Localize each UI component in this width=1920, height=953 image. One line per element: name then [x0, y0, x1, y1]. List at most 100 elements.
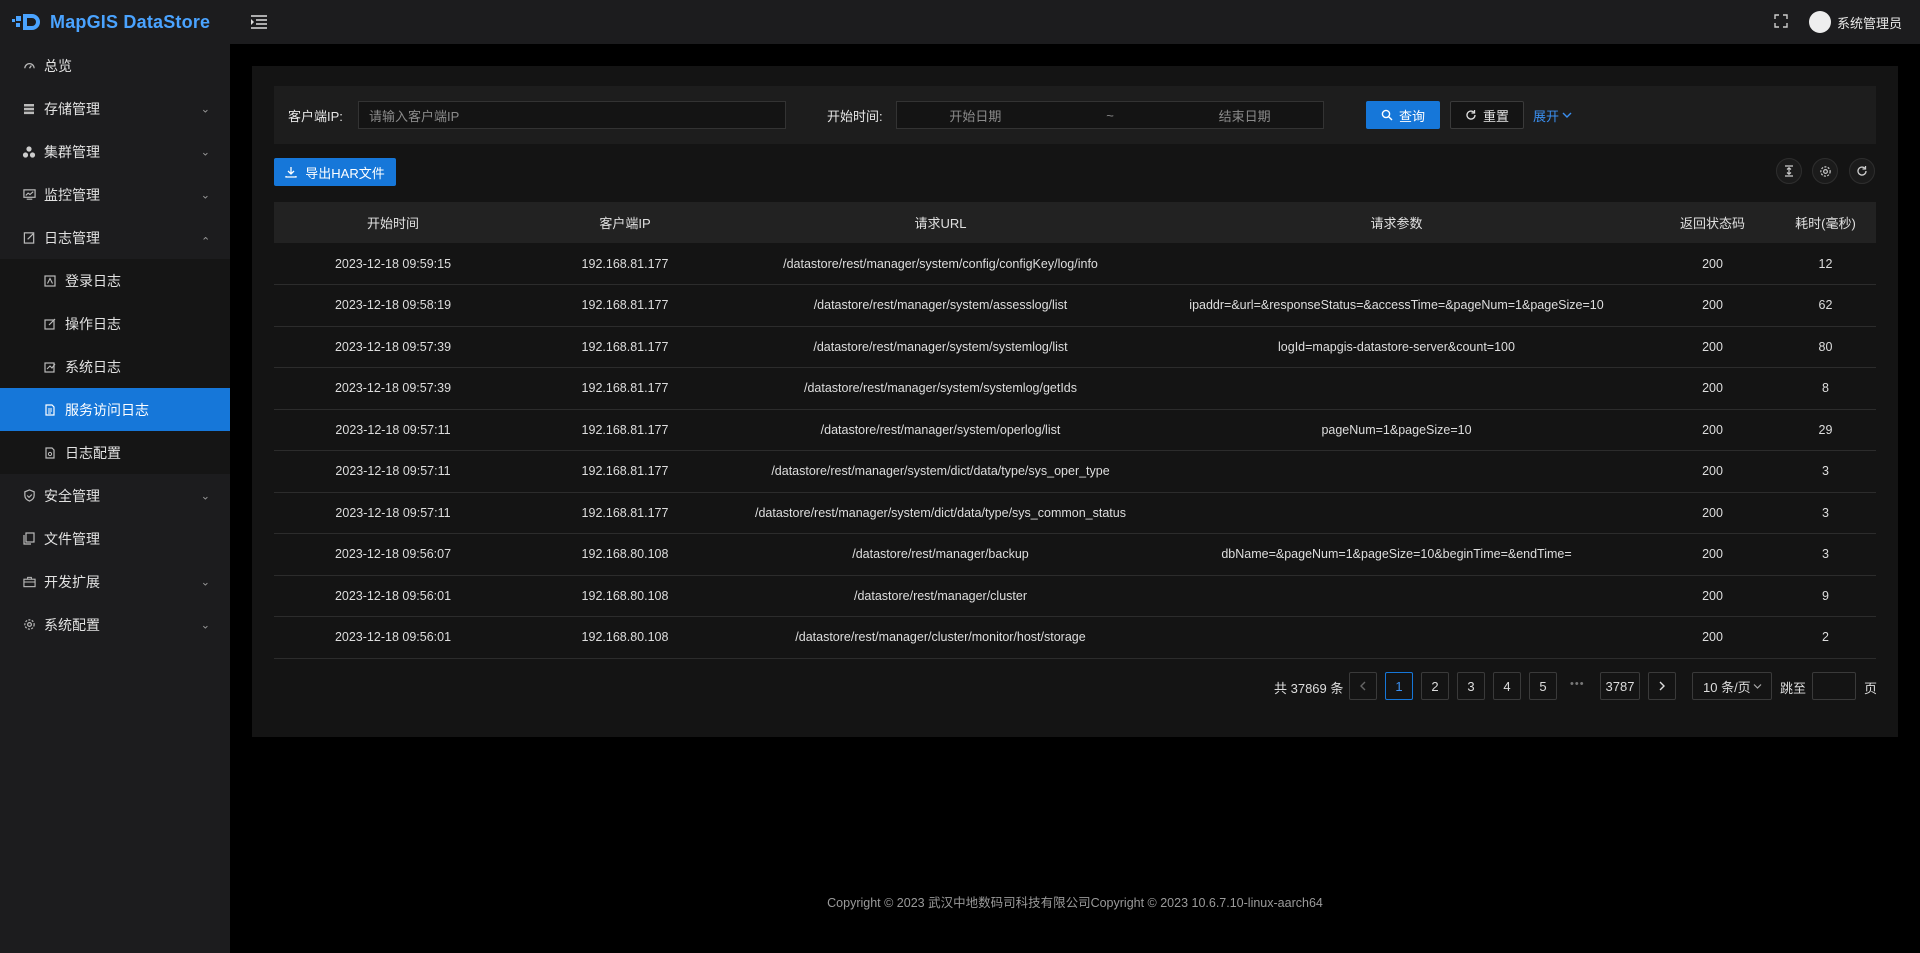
chevron-down-icon — [1753, 683, 1762, 689]
page-button-3[interactable]: 3 — [1457, 672, 1485, 700]
menu-toggle-icon[interactable] — [250, 15, 268, 29]
fullscreen-icon[interactable] — [1774, 14, 1788, 28]
user-name: 系统管理员 — [1836, 15, 1902, 31]
expand-link[interactable]: 展开 — [1533, 106, 1572, 125]
service-log-icon — [43, 403, 57, 417]
table-row[interactable]: 2023-12-18 09:57:11 192.168.81.177/datast… — [274, 409, 1876, 451]
export-har-button[interactable]: 导出HAR文件 — [274, 158, 396, 186]
chevron-left-icon — [1360, 681, 1366, 691]
reset-button[interactable]: 重置 — [1450, 101, 1524, 129]
column-header[interactable]: 客户端IP — [512, 202, 738, 243]
table-cell: ipaddr=&url=&responseStatus=&accessTime=… — [1189, 298, 1604, 313]
app-name: MapGIS DataStore — [50, 11, 211, 32]
page-suffix: 页 — [1864, 681, 1878, 696]
page-size-select[interactable]: 10 条/页 — [1692, 672, 1772, 700]
sidebar-item-sysconfig[interactable]: 系统配置 ⌄ — [0, 603, 230, 646]
chevron-up-icon: ⌄ — [200, 233, 210, 246]
top-bar: 系统管理员 — [230, 0, 1920, 44]
sidebar-item-cluster[interactable]: 集群管理 ⌄ — [0, 130, 230, 173]
next-page-button[interactable] — [1648, 672, 1676, 700]
sidebar-item-log-config[interactable]: 日志配置 — [0, 431, 230, 474]
table-cell: /datastore/rest/manager/system/dict/data… — [754, 505, 1126, 520]
table-cell: 200 — [1702, 630, 1723, 645]
table-cell: 200 — [1702, 588, 1723, 603]
table-cell: 3 — [1822, 505, 1829, 520]
column-header[interactable]: 请求参数 — [1143, 202, 1650, 243]
page-ellipsis[interactable]: ••• — [1570, 678, 1585, 690]
jump-page-input[interactable] — [1812, 672, 1856, 700]
table-cell: 200 — [1702, 464, 1723, 479]
column-header[interactable]: 返回状态码 — [1650, 202, 1775, 243]
column-height-icon[interactable] — [1776, 158, 1802, 184]
table-cell: /datastore/rest/manager/system/operlog/l… — [820, 422, 1061, 437]
column-header[interactable]: 请求URL — [738, 202, 1143, 243]
table-cell: 29 — [1818, 422, 1833, 437]
table-header-row: 开始时间 客户端IP 请求URL 请求参数 返回状态码 耗时(毫秒) — [274, 202, 1876, 243]
table-cell: /datastore/rest/manager/cluster/monitor/… — [795, 630, 1086, 645]
table-row[interactable]: 2023-12-18 09:57:39 192.168.81.177/datast… — [274, 368, 1876, 409]
sidebar-item-files[interactable]: 文件管理 — [0, 517, 230, 560]
table-cell: /datastore/rest/manager/system/dict/data… — [771, 464, 1110, 479]
table-row[interactable]: 2023-12-18 09:57:11 192.168.81.177/datast… — [274, 451, 1876, 492]
table-cell: 200 — [1702, 422, 1723, 437]
reset-icon — [1466, 110, 1476, 120]
page-button-4[interactable]: 4 — [1493, 672, 1521, 700]
reset-label: 重置 — [1482, 108, 1509, 124]
chevron-down-icon: ⌄ — [200, 490, 210, 502]
user-menu[interactable]: 系统管理员 — [1808, 11, 1902, 33]
table-row[interactable]: 2023-12-18 09:58:19 192.168.81.177/datast… — [274, 285, 1876, 326]
sidebar-item-log[interactable]: 日志管理 ⌄ — [0, 216, 230, 259]
start-date-input[interactable]: 开始日期 — [949, 106, 1001, 125]
storage-icon — [22, 102, 36, 116]
sidebar-item-system-log[interactable]: 系统日志 — [0, 345, 230, 388]
page-button-5[interactable]: 5 — [1529, 672, 1557, 700]
table-cell: 2023-12-18 09:56:07 — [334, 547, 452, 562]
table-row[interactable]: 2023-12-18 09:56:01 192.168.80.108/datast… — [274, 617, 1876, 658]
table-row[interactable]: 2023-12-18 09:56:01 192.168.80.108/datast… — [274, 575, 1876, 617]
table-row[interactable]: 2023-12-18 09:59:15 192.168.81.177/datast… — [274, 243, 1876, 285]
sidebar-item-login-log[interactable]: 登录日志 — [0, 259, 230, 302]
page-button-last[interactable]: 3787 — [1600, 672, 1640, 700]
column-header[interactable]: 耗时(毫秒) — [1775, 202, 1876, 243]
refresh-icon[interactable] — [1849, 158, 1875, 184]
table-cell: 9 — [1822, 588, 1829, 603]
sidebar-item-operation-log[interactable]: 操作日志 — [0, 302, 230, 345]
system-log-icon — [43, 360, 57, 374]
table-cell — [1143, 492, 1650, 534]
sidebar-item-storage[interactable]: 存储管理 ⌄ — [0, 87, 230, 130]
sidebar-item-monitor[interactable]: 监控管理 ⌄ — [0, 173, 230, 216]
date-range-picker[interactable]: 开始日期 ~ 结束日期 — [896, 101, 1324, 129]
sidebar-item-overview[interactable]: 总览 — [0, 44, 230, 87]
sidebar: MapGIS DataStore 总览 存储管理 ⌄ 集群管理 ⌄ 监控管理 ⌄… — [0, 0, 230, 953]
prev-page-button[interactable] — [1349, 672, 1377, 700]
sidebar-item-security[interactable]: 安全管理 ⌄ — [0, 474, 230, 517]
footer-copyright: Copyright © 2023 武汉中地数码司科技有限公司Copyright … — [827, 896, 1323, 910]
chevron-right-icon — [1659, 681, 1665, 691]
sidebar-item-label: 集群管理 — [44, 143, 100, 160]
sidebar-item-label: 操作日志 — [65, 315, 121, 332]
app-logo[interactable]: MapGIS DataStore — [0, 0, 230, 44]
end-date-input[interactable]: 结束日期 — [1219, 106, 1271, 125]
sidebar-item-label: 总览 — [44, 57, 72, 74]
start-time-label: 开始时间: — [827, 108, 883, 124]
column-header[interactable]: 开始时间 — [274, 202, 512, 243]
sidebar-item-dev[interactable]: 开发扩展 ⌄ — [0, 560, 230, 603]
config-log-icon — [43, 446, 57, 460]
table-row[interactable]: 2023-12-18 09:57:39 192.168.81.177/datast… — [274, 326, 1876, 368]
client-ip-input[interactable]: 请输入客户端IP — [358, 101, 786, 129]
log-icon — [22, 231, 36, 245]
table-cell: 200 — [1702, 381, 1723, 396]
settings-icon[interactable] — [1812, 158, 1838, 184]
page-button-1[interactable]: 1 — [1385, 672, 1413, 700]
query-button[interactable]: 查询 — [1366, 101, 1440, 129]
gear-icon — [22, 618, 36, 632]
table-cell: 192.168.81.177 — [581, 505, 669, 520]
table-row[interactable]: 2023-12-18 09:56:07 192.168.80.108/datast… — [274, 534, 1876, 575]
chevron-down-icon: ⌄ — [200, 576, 210, 588]
search-icon — [1381, 109, 1393, 121]
sidebar-item-service-log[interactable]: 服务访问日志 — [0, 388, 230, 431]
page-button-2[interactable]: 2 — [1421, 672, 1449, 700]
sidebar-item-label: 服务访问日志 — [65, 401, 149, 418]
table-cell: /datastore/rest/manager/system/assesslog… — [813, 298, 1068, 313]
table-row[interactable]: 2023-12-18 09:57:11 192.168.81.177/datast… — [274, 492, 1876, 534]
